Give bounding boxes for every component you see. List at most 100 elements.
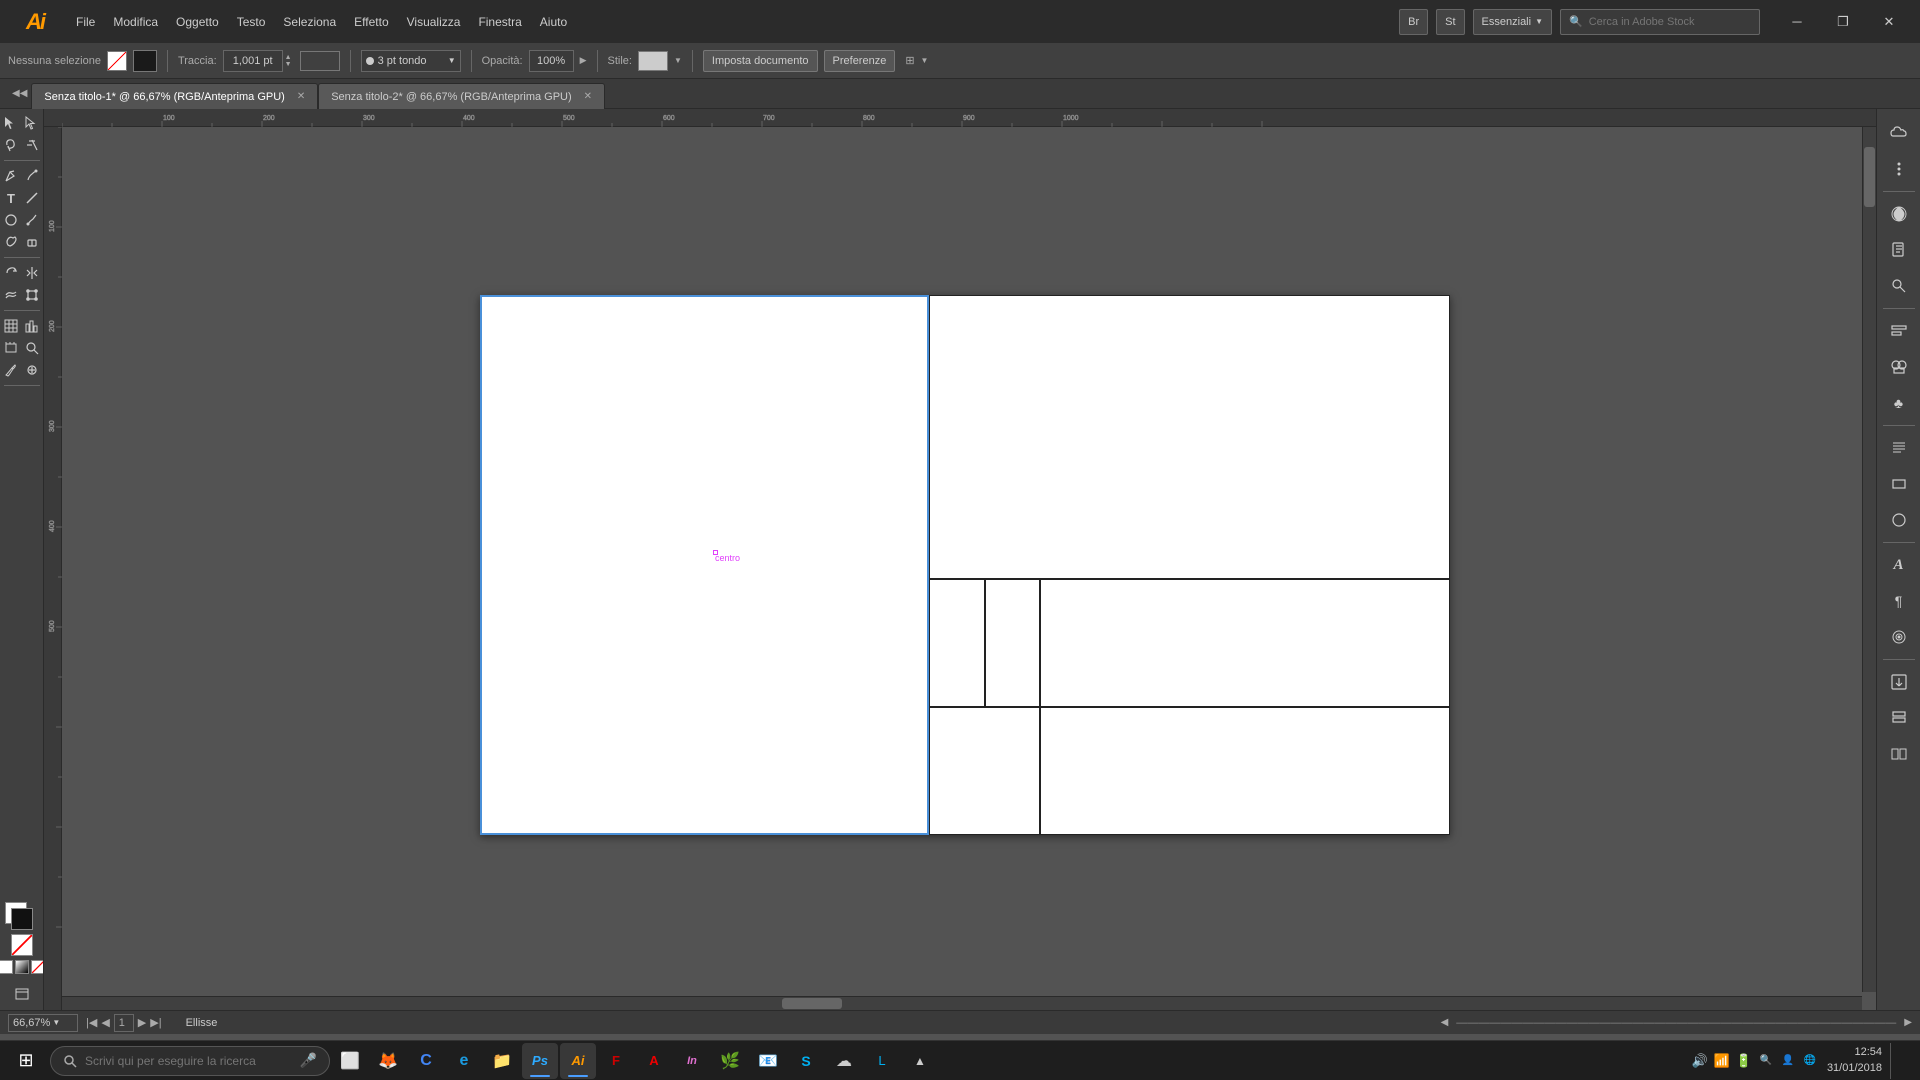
opacity-arrow-right[interactable]: ▶ <box>580 55 587 66</box>
taskbar-illustrator[interactable]: Ai <box>560 1043 596 1079</box>
rect-grid-4[interactable] <box>929 707 1040 835</box>
screen-mode-button[interactable] <box>12 984 32 1004</box>
workspace-button[interactable]: Essenziali ▼ <box>1473 9 1552 35</box>
layers-button[interactable] <box>1883 702 1915 734</box>
close-button[interactable]: ✕ <box>1866 0 1912 43</box>
nav-first[interactable]: |◀ <box>86 1016 97 1029</box>
tool-pen[interactable] <box>1 166 21 186</box>
circle-button[interactable] <box>1883 504 1915 536</box>
color-mode-icon[interactable] <box>0 960 13 974</box>
taskbar-lync[interactable]: L <box>864 1043 900 1079</box>
taskbar-search-input[interactable] <box>85 1054 292 1068</box>
taskbar-acrobat[interactable]: A <box>636 1043 672 1079</box>
tool-eraser[interactable] <box>22 232 42 252</box>
scroll-thumb-v[interactable] <box>1864 147 1875 207</box>
stroke-value[interactable]: 1,001 pt <box>223 50 283 72</box>
menu-effetto[interactable]: Effetto <box>346 11 396 33</box>
none-mode-icon[interactable] <box>31 960 45 974</box>
target-button[interactable] <box>1883 621 1915 653</box>
rect-grid-2[interactable] <box>985 579 1040 707</box>
stroke-down-arrow[interactable]: ▼ <box>283 61 294 68</box>
menu-oggetto[interactable]: Oggetto <box>168 11 227 33</box>
pages-button[interactable] <box>1883 234 1915 266</box>
artboards-panel-button[interactable] <box>1883 738 1915 770</box>
rectangle-button[interactable] <box>1883 468 1915 500</box>
tab-document-2[interactable]: Senza titolo-2* @ 66,67% (RGB/Anteprima … <box>318 83 605 109</box>
scroll-thumb-h[interactable] <box>782 998 842 1009</box>
tool-measure[interactable] <box>22 360 42 380</box>
menu-aiuto[interactable]: Aiuto <box>532 11 575 33</box>
taskbar-indesign[interactable]: In <box>674 1043 710 1079</box>
canvas-scroll-vertical[interactable] <box>1862 127 1876 992</box>
taskbar-systray-overflow[interactable]: ▲ <box>902 1043 938 1079</box>
taskbar-mail[interactable]: 📧 <box>750 1043 786 1079</box>
gradient-icon[interactable] <box>15 960 29 974</box>
nav-next[interactable]: ▶ <box>138 1016 146 1029</box>
rect-grid-5[interactable] <box>1040 707 1450 835</box>
rect-right-top[interactable] <box>929 295 1450 579</box>
stroke-up-arrow[interactable]: ▲ <box>283 54 294 61</box>
tray-speaker[interactable]: 🔊 <box>1691 1052 1709 1070</box>
cloud-libraries-button[interactable] <box>1883 117 1915 149</box>
rect-grid-1[interactable] <box>929 579 985 707</box>
taskbar-task-view[interactable]: ⬜ <box>332 1043 368 1079</box>
find-replace-button[interactable] <box>1883 270 1915 302</box>
taskbar-clock[interactable]: 12:54 31/01/2018 <box>1827 1045 1882 1076</box>
tool-eyedropper[interactable] <box>1 360 21 380</box>
tab-scroll-left[interactable]: ◀◀ <box>8 88 31 99</box>
restore-button[interactable]: ❐ <box>1820 0 1866 43</box>
tray-search[interactable]: 🔍 <box>1757 1052 1775 1070</box>
menu-seleziona[interactable]: Seleziona <box>275 11 344 33</box>
canvas-area[interactable]: 100 200 300 400 500 600 700 800 <box>44 109 1876 1010</box>
tool-zoom[interactable] <box>22 338 42 358</box>
clubs-icon[interactable]: ♣ <box>1883 387 1915 419</box>
taskbar-onedrive[interactable]: ☁ <box>826 1043 862 1079</box>
rect-grid-3[interactable] <box>1040 579 1450 707</box>
paragraph-styles-button[interactable] <box>1883 432 1915 464</box>
opacity-value[interactable]: 100% <box>529 50 574 72</box>
tray-user[interactable]: 👤 <box>1779 1052 1797 1070</box>
tool-selection[interactable] <box>1 113 21 133</box>
tab-close-2[interactable]: ✕ <box>584 91 592 102</box>
status-expand-right[interactable]: ▶ <box>1904 1017 1912 1028</box>
menu-testo[interactable]: Testo <box>229 11 274 33</box>
canvas-scroll-horizontal[interactable] <box>62 996 1862 1010</box>
artboard[interactable]: centro <box>480 295 1450 835</box>
hand-button[interactable] <box>1883 351 1915 383</box>
nav-prev[interactable]: ◀ <box>101 1016 109 1029</box>
tool-reflect[interactable] <box>22 263 42 283</box>
zoom-control[interactable]: 66,67% ▼ <box>8 1014 78 1032</box>
tray-network[interactable]: 📶 <box>1713 1052 1731 1070</box>
tool-type[interactable]: T <box>1 188 21 208</box>
taskbar-search-box[interactable]: 🎤 <box>50 1046 330 1076</box>
export-button[interactable] <box>1883 666 1915 698</box>
stock-search-box[interactable]: 🔍 <box>1560 9 1760 35</box>
taskbar-firefox[interactable]: 🦊 <box>370 1043 406 1079</box>
tray-battery[interactable]: 🔋 <box>1735 1052 1753 1070</box>
minimize-button[interactable]: ─ <box>1774 0 1820 43</box>
status-expand-left[interactable]: ◀ <box>1441 1017 1449 1028</box>
tab-document-1[interactable]: Senza titolo-1* @ 66,67% (RGB/Anteprima … <box>31 83 318 109</box>
tool-pencil[interactable] <box>22 166 42 186</box>
tool-ellipse[interactable] <box>1 210 21 230</box>
taskbar-explorer[interactable]: 📁 <box>484 1043 520 1079</box>
bridge-button[interactable]: Br <box>1399 9 1428 35</box>
taskbar-skype[interactable]: S <box>788 1043 824 1079</box>
menu-visualizza[interactable]: Visualizza <box>399 11 469 33</box>
tool-free-transform[interactable] <box>22 285 42 305</box>
type-styles-button[interactable]: A <box>1883 549 1915 581</box>
preferences-button[interactable]: Preferenze <box>824 50 896 72</box>
color-button[interactable] <box>1883 198 1915 230</box>
nav-last[interactable]: ▶| <box>150 1016 161 1029</box>
menu-finestra[interactable]: Finestra <box>470 11 529 33</box>
none-swatch[interactable] <box>11 934 33 956</box>
microphone-icon[interactable]: 🎤 <box>300 1052 317 1069</box>
tool-line[interactable] <box>22 188 42 208</box>
doc-setup-button[interactable]: Imposta documento <box>703 50 818 72</box>
tool-grid[interactable] <box>1 316 21 336</box>
brush-dropdown[interactable]: 3 pt tondo ▼ <box>361 50 461 72</box>
menu-modifica[interactable]: Modifica <box>105 11 166 33</box>
page-number[interactable]: 1 <box>114 1014 134 1032</box>
rect-left-selected[interactable] <box>480 295 929 835</box>
stock-button[interactable]: St <box>1436 9 1464 35</box>
